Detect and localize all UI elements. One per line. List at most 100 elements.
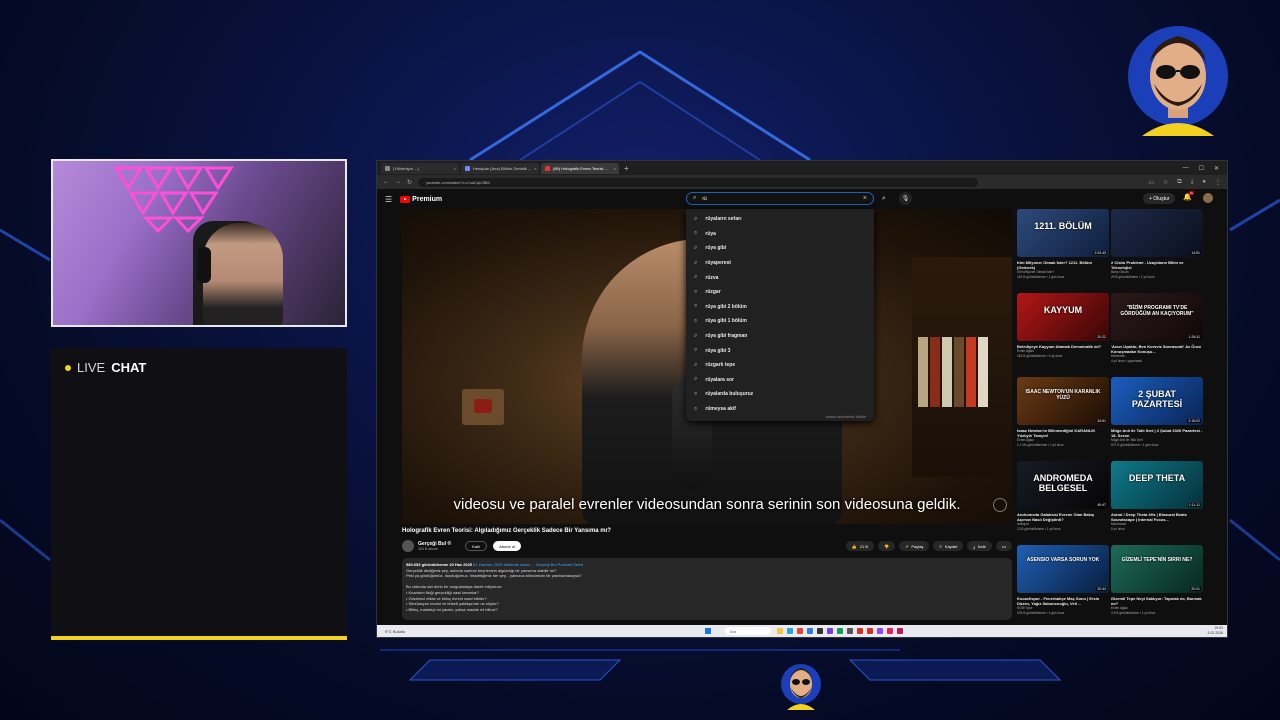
- recommended-video-card[interactable]: 14:51 2 Cisim Problemi - Uzaylıların Bili…: [1111, 209, 1203, 279]
- video-thumbnail[interactable]: DEEP THETA 1:11:11: [1111, 461, 1203, 509]
- weather-widget[interactable]: 9°C Bulutlu: [385, 629, 405, 634]
- back-icon[interactable]: ←: [383, 179, 389, 185]
- recommended-video-card[interactable]: DEEP THETA 1:11:11 Astral / Deep Theta 4Hz…: [1111, 461, 1203, 531]
- recommended-video-card[interactable]: ANDROMEDA BELGESEL 49:47 Andromeda Galaksi…: [1017, 461, 1109, 531]
- recommended-video-card[interactable]: 2 ŞUBAT PAZARTESİ 2:15:02 Müge Anlı ile Ta…: [1111, 377, 1203, 447]
- video-thumbnail[interactable]: GİZEMLİ TEPE'NİN SIRRI NE? 20:01: [1111, 545, 1203, 593]
- video-card-title[interactable]: Kim Milyoner Olmak İster? 1211. Bölüm (G…: [1017, 260, 1109, 270]
- save-button[interactable]: ≡ Kaydet: [933, 541, 964, 551]
- app-icon[interactable]: [887, 628, 893, 634]
- app-icon[interactable]: [837, 628, 843, 634]
- app-icon[interactable]: [877, 628, 883, 634]
- store-icon[interactable]: [807, 628, 813, 634]
- app-icon[interactable]: [847, 628, 853, 634]
- subscribe-button[interactable]: Abone ol: [493, 541, 521, 551]
- start-icon[interactable]: [705, 628, 711, 634]
- video-thumbnail[interactable]: 14:51: [1111, 209, 1203, 257]
- app-icon[interactable]: [897, 628, 903, 634]
- close-icon[interactable]: ×: [534, 166, 536, 171]
- join-button[interactable]: Katıl: [465, 541, 488, 551]
- video-card-title[interactable]: 'Acun Uçaktır, Ben Korsviz Sonrasınki' A…: [1111, 344, 1203, 354]
- taskbar-clock[interactable]: 19:02 3.02.2026: [1207, 626, 1223, 635]
- reload-icon[interactable]: ↻: [407, 179, 412, 186]
- chrome-icon[interactable]: [797, 628, 803, 634]
- search-suggestion-item[interactable]: ⌕ rüyalara sor: [686, 373, 874, 388]
- voice-search-mic-icon[interactable]: 🎙: [899, 192, 912, 205]
- profile-icon[interactable]: ●: [1202, 179, 1206, 186]
- search-suggestion-item[interactable]: ⌕ rüya gibi: [686, 241, 874, 256]
- more-actions-button[interactable]: •••: [995, 541, 1012, 551]
- browser-tab-1[interactable]: (Yükleniyor ...) ×: [381, 162, 459, 174]
- search-suggestion-item[interactable]: ⌕ rüyaların sırları: [686, 212, 874, 227]
- terminal-icon[interactable]: [817, 628, 823, 634]
- search-button[interactable]: ⌕: [877, 192, 891, 205]
- file-explorer-icon[interactable]: [777, 628, 783, 634]
- report-predictions-link[interactable]: Arama tahminlerini bildirin: [826, 415, 866, 419]
- recommended-video-card[interactable]: ISAAC NEWTON'UN KARANLIK YÜZÜ 34:51 Isaac …: [1017, 377, 1109, 447]
- video-card-title[interactable]: Andromeda Galaksisi Evrene Olan Bakış Aç…: [1017, 512, 1109, 522]
- browser-tab-2[interactable]: Hesaplar (Ana) Bölüm Derinlik ... ×: [461, 162, 539, 174]
- video-card-title[interactable]: 2 Cisim Problemi - Uzaylıların Bilim ve …: [1111, 260, 1203, 270]
- video-card-title[interactable]: Gizemli Tepe Neyi Saklıyor: Tapınak mı, …: [1111, 596, 1203, 606]
- create-button[interactable]: + Oluştur: [1143, 193, 1176, 204]
- extensions-icon[interactable]: ⧉: [1177, 179, 1181, 186]
- video-card-title[interactable]: Müge Anlı ile Tatlı Sert | 2 Şubat 2026 …: [1111, 428, 1203, 438]
- edge-icon[interactable]: [787, 628, 793, 634]
- description-hashtag[interactable]: #1 Haziran 2025 tarihinde dışarı ... Ger…: [473, 562, 583, 567]
- channel-watermark-icon[interactable]: [993, 498, 1007, 512]
- channel-avatar[interactable]: [402, 540, 414, 552]
- recommended-video-card[interactable]: ASENSIO VARSA SORUN YOK 20:44 Kocaelispor …: [1017, 545, 1109, 615]
- close-icon[interactable]: ×: [614, 166, 616, 171]
- maximize-icon[interactable]: ☐: [1199, 165, 1204, 172]
- search-input[interactable]: ⌕ rü ×: [686, 192, 874, 205]
- video-card-title[interactable]: Astral / Deep Theta 4Hz | Binaural Beats…: [1111, 512, 1203, 522]
- video-thumbnail[interactable]: 1211. BÖLÜM 2:03:43: [1017, 209, 1109, 257]
- video-thumbnail[interactable]: ASENSIO VARSA SORUN YOK 20:44: [1017, 545, 1109, 593]
- search-suggestion-item[interactable]: ⌕ rüya gibi fragman: [686, 329, 874, 344]
- bookmark-star-icon[interactable]: ☆: [1163, 179, 1168, 186]
- minimize-icon[interactable]: —: [1183, 165, 1189, 172]
- search-suggestion-item[interactable]: ⌕ rüya gibi 3: [686, 343, 874, 358]
- app-icon[interactable]: [827, 628, 833, 634]
- clear-search-icon[interactable]: ×: [863, 195, 867, 202]
- search-suggestion-item[interactable]: ⌕ rüzgarlı tepe: [686, 358, 874, 373]
- like-button[interactable]: 👍 21 B: [845, 541, 875, 551]
- search-suggestion-item[interactable]: ⌕ rüzva: [686, 270, 874, 285]
- close-window-icon[interactable]: ✕: [1214, 165, 1219, 172]
- video-card-title[interactable]: Isaac Newton'ın Bilinmediğini KARANLIK Y…: [1017, 428, 1109, 438]
- download-button[interactable]: ⤓ İndir: [967, 541, 992, 551]
- recommended-video-card[interactable]: "BİZİM PROGRAMI TV'DE GÖRDÜĞÜM AN KAÇIYO…: [1111, 293, 1203, 363]
- recommended-video-card[interactable]: GİZEMLİ TEPE'NİN SIRRI NE? 20:01 Gizemli T…: [1111, 545, 1203, 615]
- search-suggestion-item[interactable]: ⌕ rüya gibi 1 bölüm: [686, 314, 874, 329]
- search-suggestion-item[interactable]: ⌕ rüya gibi 2 bölüm: [686, 300, 874, 315]
- video-thumbnail[interactable]: ANDROMEDA BELGESEL 49:47: [1017, 461, 1109, 509]
- menu-dots-icon[interactable]: ⋮: [1215, 179, 1221, 186]
- recommended-video-card[interactable]: 1211. BÖLÜM 2:03:43 Kim Milyoner Olmak İst…: [1017, 209, 1109, 279]
- video-card-title[interactable]: Kocaelispor - Fenerbahçe Maç Sonu | Ersi…: [1017, 596, 1109, 606]
- search-suggestion-item[interactable]: ⌕ rüya: [686, 227, 874, 242]
- forward-icon[interactable]: →: [395, 179, 401, 185]
- app-icon[interactable]: [867, 628, 873, 634]
- video-thumbnail[interactable]: "BİZİM PROGRAMI TV'DE GÖRDÜĞÜM AN KAÇIYO…: [1111, 293, 1203, 341]
- taskbar-search-input[interactable]: Ara: [725, 627, 771, 635]
- new-tab-button[interactable]: +: [624, 164, 629, 173]
- browser-tab-3[interactable]: (89) Holografik Evren Teorisi ... ×: [541, 162, 619, 174]
- account-avatar[interactable]: [1203, 193, 1213, 203]
- cast-icon[interactable]: ▭: [1148, 179, 1154, 186]
- youtube-logo[interactable]: Premium: [400, 195, 442, 203]
- close-icon[interactable]: ×: [454, 166, 456, 171]
- video-thumbnail[interactable]: ISAAC NEWTON'UN KARANLIK YÜZÜ 34:51: [1017, 377, 1109, 425]
- search-suggestion-item[interactable]: ⌕ rüzgar: [686, 285, 874, 300]
- video-thumbnail[interactable]: 2 ŞUBAT PAZARTESİ 2:15:02: [1111, 377, 1203, 425]
- recommended-video-card[interactable]: KAYYUM 20:22 Belediyeye Kayyum Atamak Demo…: [1017, 293, 1109, 358]
- search-suggestion-item[interactable]: ⌕ rüyalarda buluşuruz: [686, 387, 874, 402]
- video-thumbnail[interactable]: KAYYUM 20:22: [1017, 293, 1109, 341]
- video-description[interactable]: 580.653 görüntülenme 20 Haz 2025 #1 Hazi…: [402, 558, 1012, 620]
- url-field[interactable]: youtube.com/watch?v=CsdCqb2BM: [418, 177, 979, 187]
- search-suggestion-item[interactable]: ⌕ rüyaperest: [686, 256, 874, 271]
- hamburger-menu-icon[interactable]: ☰: [385, 195, 392, 204]
- download-icon[interactable]: ⤓: [1191, 179, 1194, 186]
- app-icon[interactable]: [857, 628, 863, 634]
- dislike-button[interactable]: 👎: [878, 541, 896, 551]
- share-button[interactable]: ↗ Paylaş: [899, 541, 930, 551]
